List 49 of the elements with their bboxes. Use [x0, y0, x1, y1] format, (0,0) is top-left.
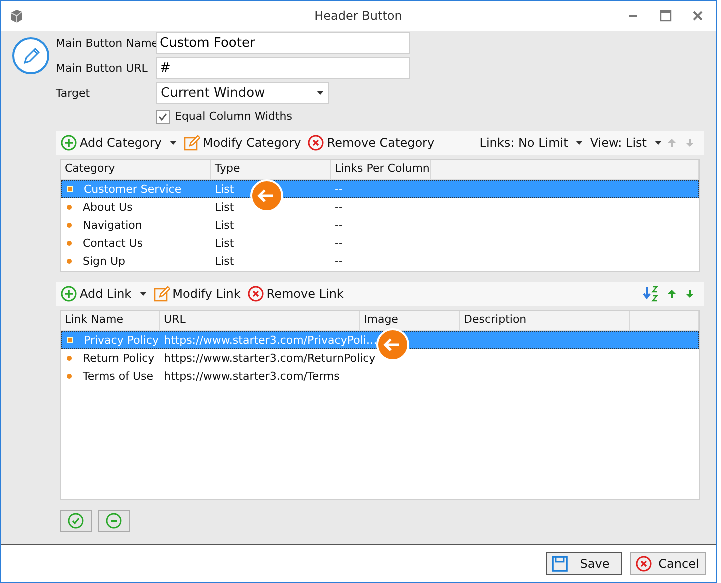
name-field[interactable]: Custom Footer: [156, 32, 410, 54]
table-cell: Sign Up: [83, 254, 126, 268]
table-cell: --: [335, 236, 343, 250]
table-cell: --: [335, 218, 343, 232]
column-header[interactable]: URL: [160, 311, 360, 330]
table-cell: --: [335, 200, 343, 214]
table-cell: --: [335, 182, 343, 196]
table-row[interactable]: Navigation List --: [61, 216, 699, 234]
column-header[interactable]: Links Per Column: [331, 160, 431, 179]
table-row[interactable]: Contact Us List --: [61, 234, 699, 252]
modify-link-button[interactable]: Modify Link: [152, 284, 243, 304]
table-cell: https://www.starter3.com/Terms: [164, 370, 340, 382]
table-cell: https://www.starter3.com/PrivacyPoli…: [164, 334, 378, 346]
table-cell: Navigation: [83, 218, 142, 232]
checkbox-label: Equal Column Widths: [175, 110, 293, 123]
links-dropdown[interactable]: Links: No Limit: [478, 133, 586, 153]
table-row[interactable]: Terms of Use https://www.starter3.com/Terms: [61, 367, 699, 385]
save-button[interactable]: Save: [546, 552, 622, 575]
table-cell: Contact Us: [83, 236, 144, 250]
remove-category-button[interactable]: Remove Category: [306, 133, 437, 153]
add-category-button[interactable]: Add Category: [59, 133, 179, 153]
table-cell: List: [215, 254, 234, 268]
table-cell: About Us: [83, 200, 133, 214]
cancel-button[interactable]: Cancel: [630, 552, 706, 575]
table-cell: List: [215, 236, 234, 250]
target-dropdown[interactable]: Current Window: [156, 82, 329, 104]
table-cell: Privacy Policy: [84, 334, 159, 346]
table-cell: Terms of Use: [83, 370, 154, 382]
window-title: Header Button: [314, 9, 404, 23]
table-row[interactable]: Sign Up List --: [61, 252, 699, 270]
field-label: Target: [56, 86, 92, 100]
table-cell: List: [215, 218, 234, 232]
view-dropdown[interactable]: View: List: [588, 133, 664, 153]
table-cell: --: [335, 254, 343, 268]
remove-link-button[interactable]: Remove Link: [246, 284, 346, 304]
table-cell: List: [215, 200, 234, 214]
column-header[interactable]: Description: [460, 311, 630, 330]
table-row[interactable]: About Us List --: [61, 198, 699, 216]
table-cell: Return Policy: [83, 352, 155, 364]
modify-category-button[interactable]: Modify Category: [182, 133, 304, 153]
field-label: Main Button URL: [56, 62, 149, 74]
url-field[interactable]: #: [156, 57, 410, 79]
table-cell: List: [215, 182, 234, 196]
table-cell: https://www.starter3.com/ReturnPolicy: [164, 352, 376, 364]
column-header[interactable]: Link Name: [61, 311, 160, 330]
add-link-button[interactable]: Add Link: [59, 284, 149, 304]
table-cell: Customer Service: [84, 182, 182, 196]
column-header[interactable]: Category: [61, 160, 211, 179]
table-row[interactable]: Return Policy https://www.starter3.com/ReturnPolicy: [61, 349, 699, 367]
